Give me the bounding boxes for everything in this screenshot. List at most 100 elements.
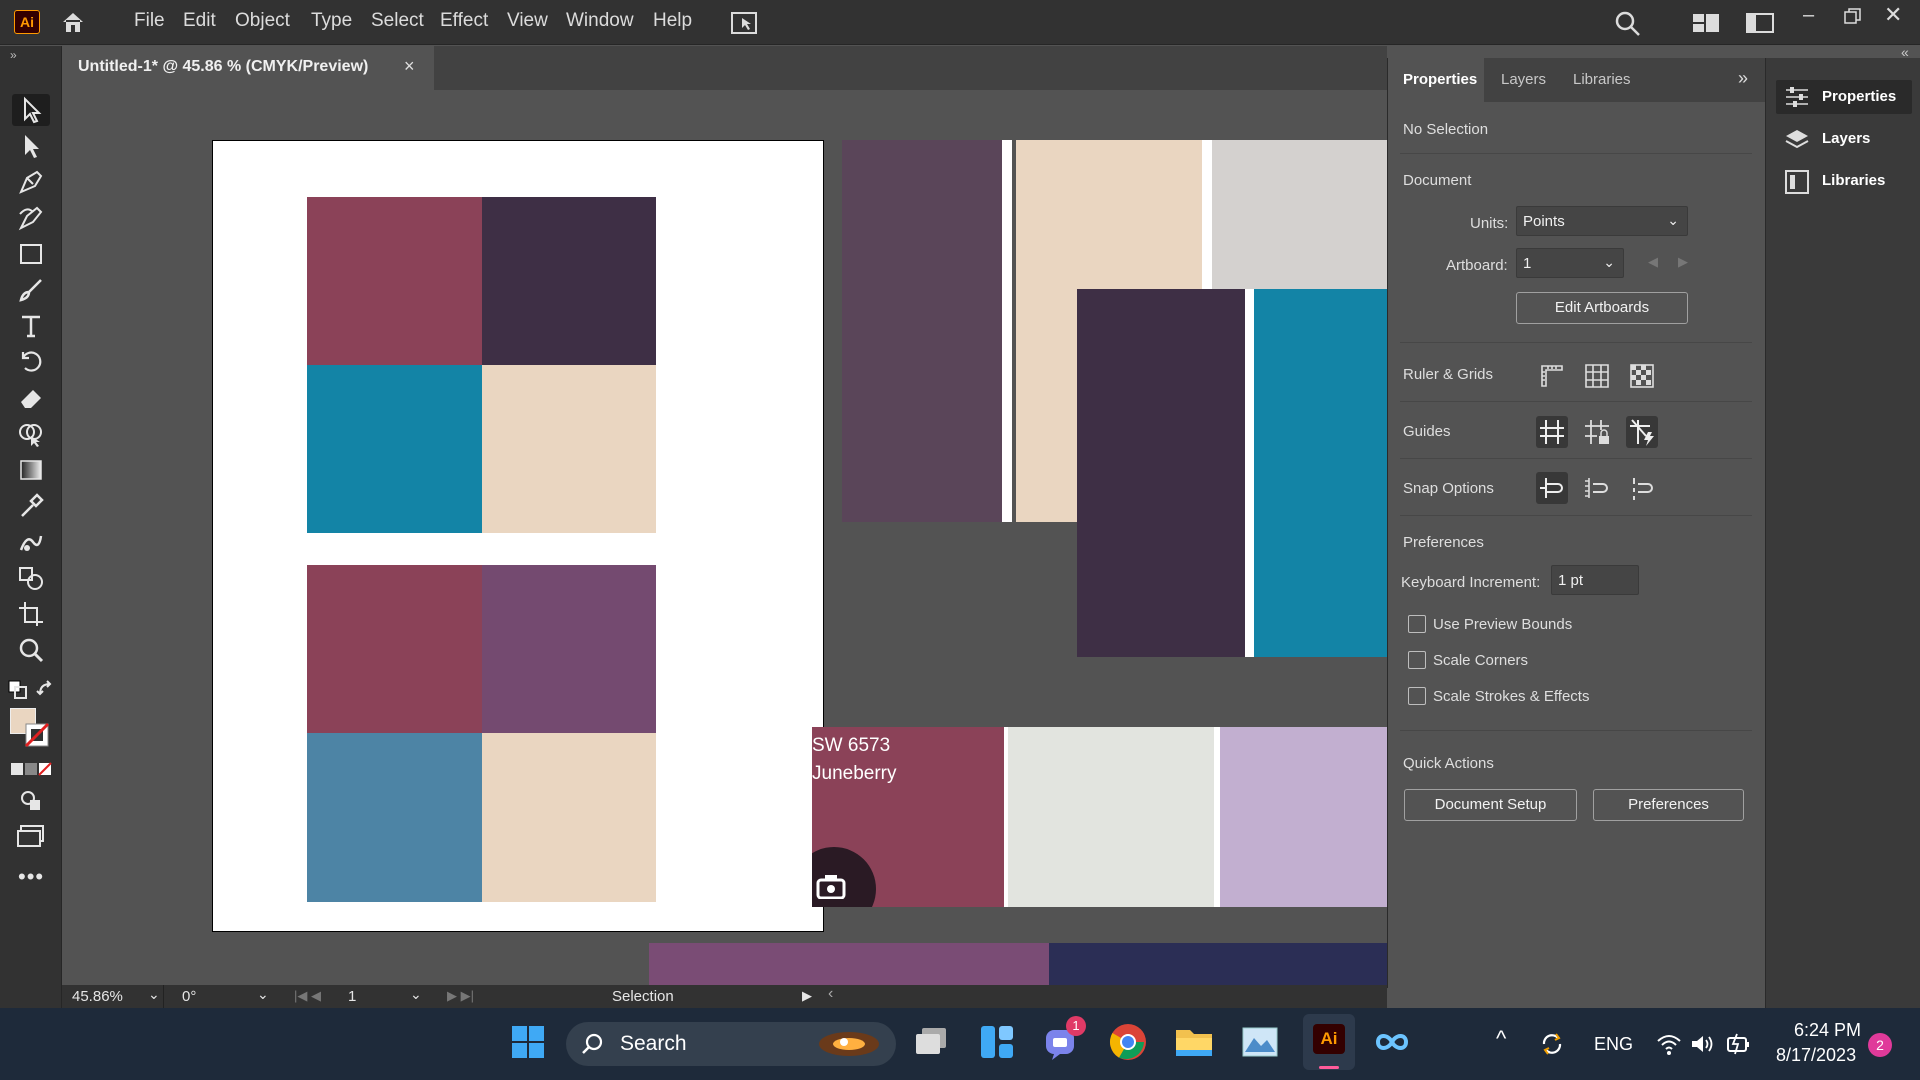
next-artboard-icon[interactable]: ▶	[1678, 254, 1688, 270]
drawing-modes-icon[interactable]	[18, 788, 44, 812]
menu-window[interactable]: Window	[566, 10, 634, 32]
scale-strokes-checkbox[interactable]	[1408, 687, 1426, 705]
swap-fill-stroke-icon[interactable]	[36, 680, 56, 700]
artboard-dropdown[interactable]: 1 ⌄	[1516, 248, 1624, 278]
edit-toolbar-icon[interactable]: •••	[18, 864, 44, 890]
show-guides-icon[interactable]	[1536, 416, 1568, 448]
battery-charging-icon[interactable]	[1724, 1032, 1752, 1056]
snap-to-pixel-icon[interactable]	[1581, 472, 1613, 504]
color-mode-icons[interactable]	[10, 762, 52, 776]
close-window-icon[interactable]: ✕	[1884, 2, 1902, 28]
pen-tool[interactable]	[12, 166, 50, 198]
document-setup-button[interactable]: Document Setup	[1404, 789, 1577, 821]
rotation-value[interactable]: 0°	[182, 988, 196, 1005]
infinity-app-icon[interactable]	[1370, 1020, 1414, 1064]
symbol-sprayer-tool[interactable]	[12, 562, 50, 594]
language-indicator[interactable]: ENG	[1594, 1034, 1633, 1055]
clock-time[interactable]: 6:24 PM	[1794, 1020, 1861, 1041]
illustrator-taskbar-button[interactable]: Ai	[1303, 1014, 1355, 1070]
tab-layers[interactable]: Layers	[1501, 71, 1546, 88]
artboard-tool[interactable]	[12, 598, 50, 630]
artboard-number[interactable]: 1	[348, 988, 356, 1005]
swatch-cream-2[interactable]	[482, 733, 656, 902]
swatch-berry-2[interactable]	[307, 565, 482, 733]
artboard[interactable]	[212, 140, 824, 932]
arrange-documents-icon[interactable]	[730, 10, 758, 36]
artboard-dropdown-chevron-icon[interactable]: ⌄	[410, 986, 422, 1003]
wifi-icon[interactable]	[1656, 1032, 1682, 1056]
menu-object[interactable]: Object	[235, 10, 290, 32]
widgets-icon[interactable]	[975, 1020, 1019, 1064]
menu-file[interactable]: File	[134, 10, 165, 32]
home-icon[interactable]	[60, 10, 86, 34]
stroke-none-swatch[interactable]	[24, 722, 50, 748]
volume-icon[interactable]	[1689, 1032, 1715, 1056]
teams-chat-button[interactable]: 1	[1040, 1016, 1086, 1064]
paintbrush-tool[interactable]	[12, 274, 50, 306]
units-dropdown[interactable]: Points ⌄	[1516, 206, 1688, 236]
dock-layers[interactable]: Layers	[1776, 122, 1912, 156]
snap-to-point-icon[interactable]	[1536, 472, 1568, 504]
document-tab[interactable]: Untitled-1* @ 45.86 % (CMYK/Preview) ×	[62, 46, 434, 90]
smart-guides-icon[interactable]	[1626, 416, 1658, 448]
menu-help[interactable]: Help	[653, 10, 692, 32]
rectangle-tool[interactable]	[12, 238, 50, 270]
chip-mauve[interactable]	[842, 140, 1002, 522]
swatch-dark-plum-1[interactable]	[482, 197, 656, 365]
show-hidden-icons-icon[interactable]: ^	[1496, 1026, 1506, 1052]
swatch-purple[interactable]	[482, 565, 656, 733]
chip-juneberry[interactable]: SW 6573 Juneberry	[812, 727, 1004, 907]
grid-icon[interactable]	[1581, 360, 1613, 392]
task-view-icon[interactable]	[910, 1020, 954, 1064]
scroll-left-icon[interactable]: ‹	[828, 985, 833, 1003]
zoom-tool[interactable]	[12, 634, 50, 666]
restore-icon[interactable]	[1844, 8, 1862, 24]
dock-properties[interactable]: Properties	[1776, 80, 1912, 114]
collapse-dock-icon[interactable]: «	[1901, 44, 1909, 60]
curvature-tool[interactable]	[12, 202, 50, 234]
zoom-level[interactable]: 45.86%	[72, 988, 123, 1005]
screen-mode-icon[interactable]	[16, 824, 46, 848]
chip-teal[interactable]	[1254, 289, 1387, 657]
type-tool[interactable]	[12, 310, 50, 342]
swatch-teal-1[interactable]	[307, 365, 482, 533]
menu-select[interactable]: Select	[371, 10, 424, 32]
use-preview-bounds-checkbox[interactable]	[1408, 615, 1426, 633]
tab-libraries[interactable]: Libraries	[1573, 71, 1631, 88]
sync-icon[interactable]	[1538, 1030, 1566, 1058]
panel-layout-icon[interactable]	[1746, 13, 1774, 33]
notification-badge[interactable]: 2	[1868, 1033, 1892, 1057]
rotation-dropdown-chevron-icon[interactable]: ⌄	[257, 986, 269, 1003]
scale-corners-checkbox[interactable]	[1408, 651, 1426, 669]
menu-edit[interactable]: Edit	[183, 10, 216, 32]
status-menu-arrow-icon[interactable]: ▶	[802, 988, 812, 1004]
ruler-icon[interactable]	[1536, 360, 1568, 392]
rotate-tool[interactable]	[12, 346, 50, 378]
lock-guides-icon[interactable]	[1581, 416, 1613, 448]
photos-app-icon[interactable]	[1238, 1020, 1282, 1064]
default-fill-stroke-icon[interactable]	[8, 680, 28, 700]
transparency-grid-icon[interactable]	[1626, 360, 1658, 392]
preferences-button[interactable]: Preferences	[1593, 789, 1744, 821]
close-tab-icon[interactable]: ×	[404, 56, 415, 77]
eyedropper-tool[interactable]	[12, 490, 50, 522]
file-explorer-icon[interactable]	[1172, 1020, 1216, 1064]
chip-pale-gray[interactable]	[1008, 727, 1214, 907]
tab-properties[interactable]: Properties	[1403, 71, 1477, 88]
zoom-dropdown-chevron-icon[interactable]: ⌄	[148, 986, 160, 1003]
start-button-icon[interactable]	[506, 1020, 550, 1064]
search-icon[interactable]	[1614, 10, 1642, 36]
panel-menu-icon[interactable]: »	[1738, 68, 1748, 89]
minimize-icon[interactable]: –	[1803, 4, 1814, 27]
swatch-berry-1[interactable]	[307, 197, 482, 365]
swatch-steel-blue[interactable]	[307, 733, 482, 902]
chip-light-gray[interactable]	[1212, 140, 1387, 290]
taskbar-search-box[interactable]: Search	[566, 1022, 896, 1066]
menu-type[interactable]: Type	[311, 10, 352, 32]
puppet-warp-tool[interactable]	[12, 526, 50, 558]
chip-lavender[interactable]	[1220, 727, 1387, 907]
workspace-switcher-icon[interactable]	[1692, 13, 1720, 33]
shape-builder-tool[interactable]	[12, 418, 50, 450]
last-artboard-icon[interactable]: ▶ ▶|	[447, 988, 474, 1004]
chrome-icon[interactable]	[1106, 1020, 1150, 1064]
